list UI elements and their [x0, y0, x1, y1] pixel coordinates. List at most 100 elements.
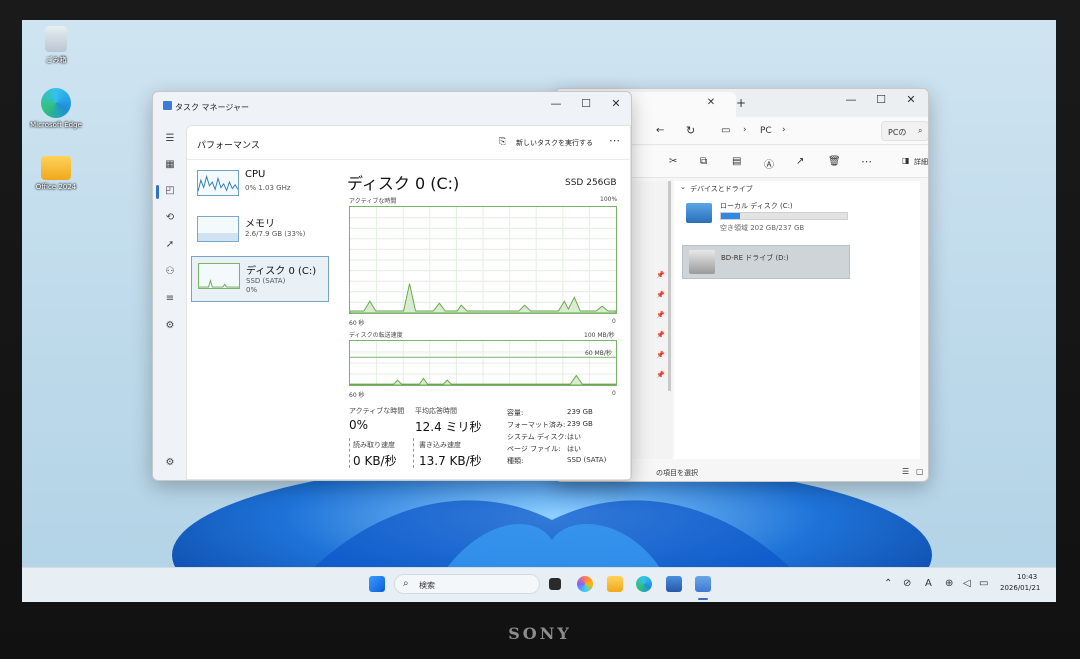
- search-input[interactable]: PCの ⌕: [881, 121, 928, 141]
- monitor-icon: ▭: [721, 125, 731, 136]
- desktop-icon-office[interactable]: Office 2024: [26, 156, 86, 191]
- processes-icon[interactable]: ▦: [164, 159, 176, 170]
- delete-icon[interactable]: 🗑: [828, 156, 841, 167]
- share-icon[interactable]: ↗: [796, 156, 804, 167]
- task-manager-icon: [163, 101, 172, 110]
- task-manager-window: タスク マネージャー — ☐ ✕ ☰ ▦ ◰ ⟲ ➚ ⚇ ≡ ⚙ ⚙ パフォーマ…: [152, 91, 632, 481]
- drive-usage-fill: [721, 213, 740, 219]
- transfer-rate-graph-max: 100 MB/秒: [584, 332, 615, 339]
- file-explorer-icon[interactable]: [607, 576, 623, 592]
- clock-date[interactable]: 2026/01/21: [1000, 584, 1040, 592]
- refresh-icon[interactable]: ↻: [686, 124, 695, 137]
- active-time-value: 0%: [349, 418, 369, 432]
- detail-title: ディスク 0 (C:): [347, 174, 460, 193]
- back-icon[interactable]: ←: [656, 125, 664, 136]
- close-button[interactable]: ✕: [601, 93, 631, 115]
- scrollbar[interactable]: [668, 181, 671, 391]
- memory-thumbnail-graph: [197, 216, 239, 242]
- hamburger-menu-icon[interactable]: ☰: [164, 133, 176, 144]
- edge-icon[interactable]: [636, 576, 652, 592]
- window-title: タスク マネージャー: [175, 103, 249, 112]
- speaker-icon[interactable]: ◁: [963, 578, 971, 589]
- network-off-icon[interactable]: ⊘: [903, 578, 911, 589]
- paste-icon[interactable]: ▤: [732, 156, 741, 167]
- tab-close-button[interactable]: ✕: [696, 92, 726, 114]
- pin-icon: 📌: [656, 371, 665, 379]
- content-pane: ⌄ デバイスとドライブ ローカル ディスク (C:) 空き領域 202 GB/2…: [674, 181, 920, 459]
- cpu-thumbnail-graph: [197, 170, 239, 196]
- screen: ごみ箱 Microsoft Edge Office 2024 ✕ + — ☐ ✕…: [22, 20, 1056, 602]
- section-header: デバイスとドライブ: [690, 185, 753, 193]
- maximize-button[interactable]: ☐: [866, 89, 896, 111]
- desktop-icon-recycle-bin[interactable]: ごみ箱: [26, 26, 86, 65]
- pin-icon: 📌: [656, 351, 665, 359]
- status-bar-text: の項目を選択: [656, 469, 698, 477]
- globe-icon[interactable]: ⊕: [945, 578, 953, 589]
- details-pane-icon[interactable]: ◨: [902, 156, 910, 165]
- chevron-right-icon: ›: [743, 125, 747, 135]
- drive-d[interactable]: BD-RE ドライブ (D:): [682, 245, 850, 279]
- bd-drive-icon: [689, 250, 715, 274]
- more-icon[interactable]: ⋯: [861, 155, 872, 168]
- maximize-button[interactable]: ☐: [571, 93, 601, 115]
- resource-cpu[interactable]: CPU 0% 1.03 GHz: [191, 164, 329, 210]
- divider: [413, 438, 414, 468]
- app-history-icon[interactable]: ⟲: [164, 212, 176, 223]
- resource-memory[interactable]: メモリ 2.6/7.9 GB (33%): [191, 210, 329, 256]
- search-icon: ⌕: [403, 578, 409, 589]
- minimize-button[interactable]: —: [541, 93, 571, 115]
- clock-time[interactable]: 10:43: [1017, 573, 1037, 581]
- ime-indicator[interactable]: A: [925, 578, 932, 589]
- edge-icon: [41, 88, 71, 118]
- chevron-down-icon: ⌄: [680, 183, 686, 191]
- avg-response-value: 12.4 ミリ秒: [415, 420, 482, 434]
- more-options-button[interactable]: ⋯: [609, 134, 620, 147]
- details-view-icon[interactable]: ☰: [902, 467, 909, 476]
- rename-icon[interactable]: Ⓐ: [764, 156, 774, 171]
- battery-icon[interactable]: ▭: [979, 578, 988, 589]
- details-icon[interactable]: ≡: [164, 293, 176, 304]
- run-task-icon: ⎘: [499, 137, 507, 147]
- new-tab-button[interactable]: +: [726, 92, 756, 114]
- copilot-icon[interactable]: [577, 576, 593, 592]
- divider: [349, 438, 350, 468]
- chevron-up-icon[interactable]: ⌃: [884, 578, 892, 589]
- task-manager-taskbar-icon[interactable]: [695, 576, 711, 592]
- taskbar-search-box[interactable]: ⌕ 検索: [394, 574, 540, 594]
- details-button[interactable]: 詳細: [914, 157, 928, 167]
- local-disk-icon: [686, 203, 712, 223]
- copy-icon[interactable]: ⧉: [700, 156, 707, 167]
- start-button[interactable]: [369, 576, 385, 592]
- drive-usage-bar: [720, 212, 848, 220]
- monitor-brand-logo: SONY: [508, 624, 572, 643]
- recycle-bin-icon: [45, 26, 67, 52]
- drive-c[interactable]: ローカル ディスク (C:) 空き領域 202 GB/237 GB: [686, 201, 856, 235]
- active-indicator: [156, 185, 159, 199]
- folder-icon: [41, 156, 71, 180]
- startup-apps-icon[interactable]: ➚: [164, 239, 176, 250]
- task-view-icon[interactable]: [549, 578, 561, 590]
- services-icon[interactable]: ⚙: [164, 320, 176, 331]
- active-time-graph-label: アクティブな時間: [349, 198, 397, 205]
- active-time-graph-max: 100%: [600, 196, 618, 203]
- desktop-icon-edge[interactable]: Microsoft Edge: [26, 88, 86, 129]
- chevron-right-icon: ›: [782, 125, 786, 135]
- performance-panel: パフォーマンス ⎘ 新しいタスクを実行する ⋯ CPU 0% 1.03 GHz: [186, 125, 631, 480]
- pin-icon: 📌: [656, 331, 665, 339]
- store-icon[interactable]: [666, 576, 682, 592]
- close-button[interactable]: ✕: [896, 89, 926, 111]
- section-title: パフォーマンス: [197, 141, 260, 151]
- disk-thumbnail-graph: [198, 263, 240, 289]
- cut-icon[interactable]: ✂: [669, 156, 677, 167]
- settings-icon[interactable]: ⚙: [164, 457, 176, 468]
- minimize-button[interactable]: —: [836, 89, 866, 111]
- users-icon[interactable]: ⚇: [164, 266, 176, 277]
- panel-header: パフォーマンス ⎘ 新しいタスクを実行する ⋯: [187, 126, 630, 160]
- tiles-view-icon[interactable]: ▢: [916, 467, 924, 476]
- resource-disk-0[interactable]: ディスク 0 (C:) SSD (SATA) 0%: [191, 256, 329, 302]
- search-icon: ⌕: [918, 126, 923, 135]
- active-time-graph: [349, 206, 617, 314]
- breadcrumb-pc[interactable]: PC: [760, 126, 772, 136]
- transfer-rate-graph: [349, 340, 617, 386]
- performance-icon[interactable]: ◰: [164, 185, 176, 196]
